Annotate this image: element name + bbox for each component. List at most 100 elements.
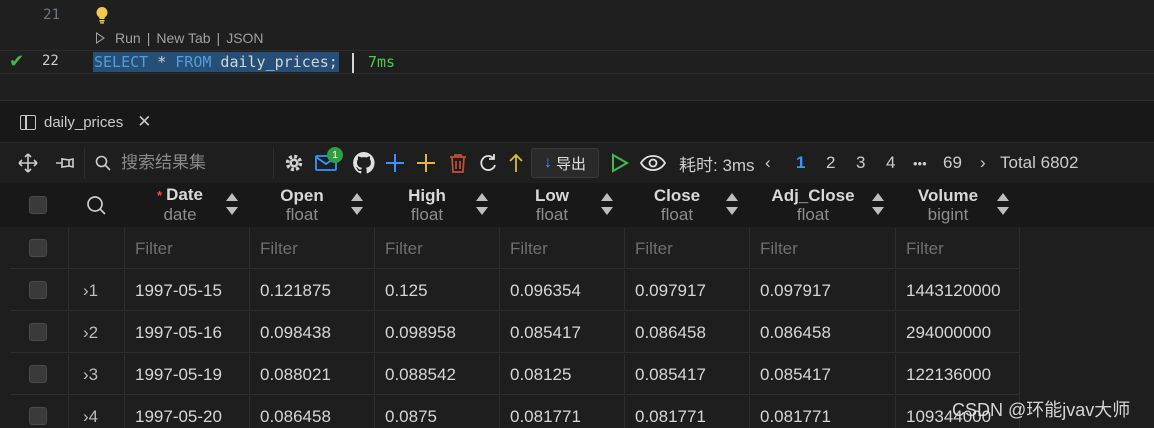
lightbulb-icon[interactable] xyxy=(95,6,109,29)
cell-open[interactable]: 0.086458 xyxy=(250,396,375,428)
codelens-new-tab[interactable]: New Tab xyxy=(156,30,210,46)
table-row[interactable]: › 1 1997-05-15 0.121875 0.125 0.096354 0.… xyxy=(10,270,1020,311)
column-open[interactable]: Open float xyxy=(262,183,342,227)
cell-date[interactable]: 1997-05-19 xyxy=(125,354,250,395)
cell-high[interactable]: 0.098958 xyxy=(375,312,500,353)
cell-adj-close[interactable]: 0.085417 xyxy=(750,354,896,395)
page-last[interactable]: 69 xyxy=(943,144,962,182)
cell-close[interactable]: 0.086458 xyxy=(625,312,750,353)
arrow-up-icon[interactable] xyxy=(506,144,526,182)
filter-volume[interactable]: Filter xyxy=(896,228,1020,269)
sort-icon[interactable] xyxy=(351,193,363,217)
tab-daily-prices[interactable]: daily_prices ✕ xyxy=(10,101,162,143)
elapsed-time: 耗时: 3ms xyxy=(679,155,755,175)
move-icon[interactable] xyxy=(17,144,39,182)
filter-low[interactable]: Filter xyxy=(500,228,625,269)
eye-icon[interactable] xyxy=(639,144,667,182)
column-close[interactable]: Close float xyxy=(637,183,717,227)
row-number-cell[interactable]: › 2 xyxy=(69,312,125,353)
row-checkbox-cell xyxy=(10,270,69,311)
cell-low[interactable]: 0.08125 xyxy=(500,354,625,395)
sort-icon[interactable] xyxy=(997,193,1009,217)
line-22[interactable]: ✔ 22 SELECT * FROM daily_prices; 7ms xyxy=(0,50,1154,74)
page-2[interactable]: 2 xyxy=(826,144,835,182)
row-checkbox[interactable] xyxy=(29,407,47,425)
cell-date[interactable]: 1997-05-15 xyxy=(125,270,250,311)
result-toolbar: 1 ↓ 导出 耗时: 3ms ‹ 1 2 3 xyxy=(0,144,1154,182)
column-type: bigint xyxy=(927,204,969,224)
page-1[interactable]: 1 xyxy=(796,144,805,182)
row-number-cell[interactable]: › 1 xyxy=(69,270,125,311)
column-high[interactable]: High float xyxy=(387,183,467,227)
filter-open[interactable]: Filter xyxy=(250,228,375,269)
codelens-json[interactable]: JSON xyxy=(226,30,263,46)
export-button[interactable]: ↓ 导出 xyxy=(531,148,599,178)
column-date[interactable]: * Date date xyxy=(135,183,225,227)
cell-close[interactable]: 0.085417 xyxy=(625,354,750,395)
row-checkbox[interactable] xyxy=(29,239,47,257)
cell-close[interactable]: 0.081771 xyxy=(625,396,750,428)
cell-adj-close[interactable]: 0.097917 xyxy=(750,270,896,311)
column-adj-close[interactable]: Adj_Close float xyxy=(762,183,864,227)
search-results-box[interactable] xyxy=(84,148,274,178)
sql-statement[interactable]: SELECT * FROM daily_prices; xyxy=(93,52,339,72)
page-4[interactable]: 4 xyxy=(886,144,895,182)
cell-adj-close[interactable]: 0.086458 xyxy=(750,312,896,353)
filter-date[interactable]: Filter xyxy=(125,228,250,269)
cell-date[interactable]: 1997-05-20 xyxy=(125,396,250,428)
row-number-cell[interactable]: › 3 xyxy=(69,354,125,395)
cell-volume[interactable]: 122136000 xyxy=(896,354,1020,395)
cell-date[interactable]: 1997-05-16 xyxy=(125,312,250,353)
cell-high[interactable]: 0.0875 xyxy=(375,396,500,428)
cell-adj-close[interactable]: 0.081771 xyxy=(750,396,896,428)
table-row[interactable]: › 3 1997-05-19 0.088021 0.088542 0.08125 … xyxy=(10,354,1020,395)
sort-icon[interactable] xyxy=(601,193,613,217)
sort-icon[interactable] xyxy=(726,193,738,217)
row-checkbox[interactable] xyxy=(29,365,47,383)
cell-low[interactable]: 0.085417 xyxy=(500,312,625,353)
gear-icon[interactable] xyxy=(283,144,305,182)
page-3[interactable]: 3 xyxy=(856,144,865,182)
cell-volume[interactable]: 1443120000 xyxy=(896,270,1020,311)
add-row-icon[interactable] xyxy=(415,144,437,182)
table-row[interactable]: › 2 1997-05-16 0.098438 0.098958 0.085417… xyxy=(10,312,1020,353)
refresh-icon[interactable] xyxy=(477,144,499,182)
search-icon[interactable] xyxy=(86,195,106,220)
cell-low[interactable]: 0.081771 xyxy=(500,396,625,428)
row-checkbox[interactable] xyxy=(29,281,47,299)
run-icon[interactable] xyxy=(96,32,105,44)
add-icon[interactable] xyxy=(384,144,406,182)
row-checkbox[interactable] xyxy=(29,323,47,341)
filter-adj-close[interactable]: Filter xyxy=(750,228,896,269)
cell-low[interactable]: 0.096354 xyxy=(500,270,625,311)
next-page-button[interactable]: › xyxy=(980,144,986,182)
code-editor[interactable]: 21 Run | New Tab | JSON ✔ 22 SELECT * FR… xyxy=(0,0,1154,100)
sort-icon[interactable] xyxy=(476,193,488,217)
column-low[interactable]: Low float xyxy=(512,183,592,227)
trash-icon[interactable] xyxy=(447,144,469,182)
cell-open[interactable]: 0.121875 xyxy=(250,270,375,311)
filter-high[interactable]: Filter xyxy=(375,228,500,269)
close-icon[interactable]: ✕ xyxy=(137,112,151,132)
pagination-ellipsis[interactable]: ••• xyxy=(913,144,927,182)
table-row[interactable]: › 4 1997-05-20 0.086458 0.0875 0.081771 0… xyxy=(10,396,1020,428)
cell-open[interactable]: 0.098438 xyxy=(250,312,375,353)
github-icon[interactable] xyxy=(351,144,377,182)
cell-high[interactable]: 0.088542 xyxy=(375,354,500,395)
row-number-cell[interactable]: › 4 xyxy=(69,396,125,428)
sort-icon[interactable] xyxy=(226,193,238,217)
select-all-checkbox[interactable] xyxy=(29,196,47,214)
play-icon[interactable] xyxy=(609,144,631,182)
cell-high[interactable]: 0.125 xyxy=(375,270,500,311)
search-input[interactable] xyxy=(121,153,261,173)
codelens-run[interactable]: Run xyxy=(115,30,141,46)
pin-icon[interactable] xyxy=(54,144,76,182)
filter-close[interactable]: Filter xyxy=(625,228,750,269)
column-name: Volume xyxy=(917,185,979,205)
cell-close[interactable]: 0.097917 xyxy=(625,270,750,311)
column-volume[interactable]: Volume bigint xyxy=(908,183,988,227)
cell-open[interactable]: 0.088021 xyxy=(250,354,375,395)
prev-page-button[interactable]: ‹ xyxy=(765,144,771,182)
sort-icon[interactable] xyxy=(872,193,884,217)
cell-volume[interactable]: 294000000 xyxy=(896,312,1020,353)
